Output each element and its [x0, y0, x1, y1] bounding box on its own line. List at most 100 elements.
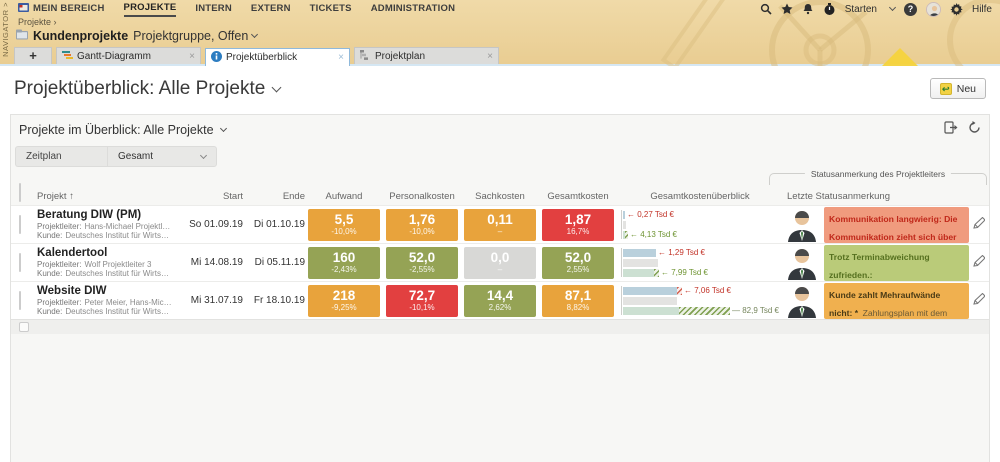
project-leader-avatar: [787, 284, 817, 318]
edit-pencil-icon[interactable]: [973, 216, 986, 234]
tab-gantt-diagramm[interactable]: Gantt-Diagramm ×: [56, 47, 201, 64]
tab-close-icon[interactable]: ×: [487, 51, 493, 62]
column-header-letzte-statusanmerkung[interactable]: Letzte Statusanmerkung: [783, 191, 969, 202]
hilfe-link[interactable]: Hilfe: [972, 4, 992, 15]
context-subtitle: Projektgruppe, Offen: [133, 29, 249, 43]
personalkosten-badge[interactable]: 52,0 -2,55%: [386, 246, 458, 279]
column-header-sachkosten[interactable]: Sachkosten: [461, 191, 539, 202]
project-leader: Peter Meier, Hans-Mic…: [84, 298, 172, 308]
sachkosten-badge[interactable]: 0,0–: [464, 246, 536, 279]
edit-pencil-icon[interactable]: [973, 292, 986, 310]
user-avatar[interactable]: [925, 1, 941, 17]
project-customer: Deutsches Institut für Wirts…: [65, 307, 169, 317]
project-name[interactable]: Kalendertool: [37, 247, 187, 261]
application-window: NAVIGATOR > MEIN BEREICH PROJEKTE INTERN…: [0, 0, 1000, 462]
row-checkbox[interactable]: [19, 290, 21, 310]
favorites-star-icon[interactable]: [781, 3, 793, 15]
start-date: So 01.09.19: [189, 219, 243, 230]
tab-projektplan[interactable]: Projektplan ×: [354, 47, 499, 64]
search-icon[interactable]: [760, 3, 772, 15]
panel-title-chevron-icon[interactable]: [219, 124, 227, 133]
help-question-icon[interactable]: ?: [903, 2, 917, 16]
panel-title[interactable]: Projekte im Überblick: Alle Projekte: [19, 123, 227, 137]
gesamtkosten-badge[interactable]: 52,0 2,55%: [542, 246, 614, 279]
context-header: Kundenprojekte Projektgruppe, Offen: [16, 29, 259, 43]
table-row[interactable]: Website DIW Projektleiter: Peter Meier, H…: [11, 281, 989, 319]
project-customer: Deutsches Institut für Wirts…: [65, 231, 169, 241]
column-header-gesamtkosten[interactable]: Gesamtkosten: [539, 191, 617, 202]
select-all-checkbox[interactable]: [19, 183, 21, 202]
neu-icon: ↩: [939, 82, 952, 95]
sachkosten-badge[interactable]: 0,11–: [464, 208, 536, 241]
sort-ascending-icon: ↑: [69, 191, 74, 202]
table-row[interactable]: Beratung DIW (PM) Projektleiter: Hans-Mic…: [11, 205, 989, 243]
tab-close-icon[interactable]: ×: [338, 52, 344, 63]
gesamtkosten-badge[interactable]: 87,1 8,82%: [542, 284, 614, 317]
top-bar: NAVIGATOR > MEIN BEREICH PROJEKTE INTERN…: [0, 0, 1000, 66]
menu-extern[interactable]: EXTERN: [251, 0, 291, 17]
cost-label-actual: ← 1,29 Tsd €: [658, 248, 706, 257]
personalkosten-badge[interactable]: 72,7 -10,1%: [386, 284, 458, 317]
menu-mein-bereich[interactable]: MEIN BEREICH: [18, 0, 105, 17]
status-note[interactable]: Kommunikation langwierig: Die Kommunikat…: [824, 206, 969, 243]
aufwand-badge[interactable]: 5,5 -10,0%: [308, 208, 380, 241]
column-header-projekt[interactable]: Projekt ↑: [37, 191, 187, 202]
end-date: Di 01.10.19: [253, 219, 305, 230]
cost-label-plan: — 82,9 Tsd €: [731, 306, 779, 315]
row-checkbox[interactable]: [19, 252, 21, 272]
neu-button[interactable]: ↩ Neu: [929, 78, 986, 99]
column-header-personalkosten[interactable]: Personalkosten: [383, 191, 461, 202]
table-header-row: Projekt ↑ Start Ende Aufwand Personalkos…: [11, 183, 989, 205]
table-footer-row: [11, 319, 989, 334]
status-group-label: Statusanmerkung des Projektleiters: [804, 169, 952, 179]
new-tab-button[interactable]: +: [14, 47, 52, 64]
footer-checkbox[interactable]: [19, 322, 29, 332]
top-right-tools: Starten ? Hilfe: [760, 0, 992, 18]
refresh-icon[interactable]: [968, 121, 981, 139]
cost-overview-chart: ← 0,27 Tsd € ← 4,13 Tsd €: [621, 210, 779, 239]
personalkosten-badge[interactable]: 1,76 -10,0%: [386, 208, 458, 241]
gesamtkosten-badge[interactable]: 1,87 16,7%: [542, 208, 614, 241]
settings-gear-icon[interactable]: [950, 2, 963, 16]
edit-pencil-icon[interactable]: [973, 254, 986, 272]
gantt-icon: [62, 50, 73, 63]
tab-projektueberblick[interactable]: Projektüberblick ×: [205, 48, 350, 66]
tab-close-icon[interactable]: ×: [189, 51, 195, 62]
menu-intern[interactable]: INTERN: [195, 0, 232, 17]
project-leader-avatar: [787, 246, 817, 280]
column-header-gesamtkostenueberblick[interactable]: Gesamtkostenüberblick: [617, 191, 783, 202]
row-checkbox[interactable]: [19, 214, 21, 234]
page-title: Projektüberblick: Alle Projekte: [14, 78, 282, 100]
aufwand-badge[interactable]: 160 -2,43%: [308, 246, 380, 279]
timer-start-icon[interactable]: [823, 2, 836, 16]
menu-tickets[interactable]: TICKETS: [310, 0, 352, 17]
cost-label-actual: ← 0,27 Tsd €: [627, 210, 675, 219]
column-header-aufwand[interactable]: Aufwand: [305, 191, 383, 202]
sachkosten-badge[interactable]: 14,4 2,62%: [464, 284, 536, 317]
aufwand-badge[interactable]: 218 -9,25%: [308, 284, 380, 317]
filter-zeitplan[interactable]: Zeitplan: [15, 146, 107, 167]
column-header-ende[interactable]: Ende: [243, 191, 305, 202]
project-name[interactable]: Beratung DIW (PM): [37, 209, 187, 223]
project-name[interactable]: Website DIW: [37, 285, 187, 299]
context-chevron-icon[interactable]: [251, 30, 259, 39]
notifications-bell-icon[interactable]: [802, 3, 814, 15]
cost-overview-chart: ← 7,06 Tsd € — 82,9 Tsd €: [621, 286, 779, 315]
breadcrumb[interactable]: Projekte ›: [18, 17, 57, 27]
column-header-start[interactable]: Start: [187, 191, 243, 202]
navigator-strip[interactable]: NAVIGATOR >: [0, 0, 14, 64]
status-note[interactable]: Kunde zahlt Mehraufwände nicht: * Zahlun…: [824, 282, 969, 319]
export-icon[interactable]: [944, 121, 958, 139]
menu-projekte[interactable]: PROJEKTE: [123, 0, 177, 17]
context-title[interactable]: Kundenprojekte: [33, 29, 128, 43]
filter-gesamt-select[interactable]: Gesamt: [107, 146, 217, 167]
table-row[interactable]: Kalendertool Projektleiter: Wolf Projektl…: [11, 243, 989, 281]
page-title-chevron-icon[interactable]: [271, 82, 282, 93]
navigator-label: NAVIGATOR >: [1, 2, 10, 57]
status-note[interactable]: Trotz Terminabweichung zufrieden.: Gesam…: [824, 244, 969, 281]
projects-table: Statusanmerkung des Projektleiters Proje…: [11, 169, 989, 334]
cost-label-actual: ← 7,06 Tsd €: [684, 286, 732, 295]
starten-button[interactable]: Starten: [845, 4, 877, 15]
menu-administration[interactable]: ADMINISTRATION: [371, 0, 455, 17]
starten-chevron-icon[interactable]: [888, 3, 897, 12]
